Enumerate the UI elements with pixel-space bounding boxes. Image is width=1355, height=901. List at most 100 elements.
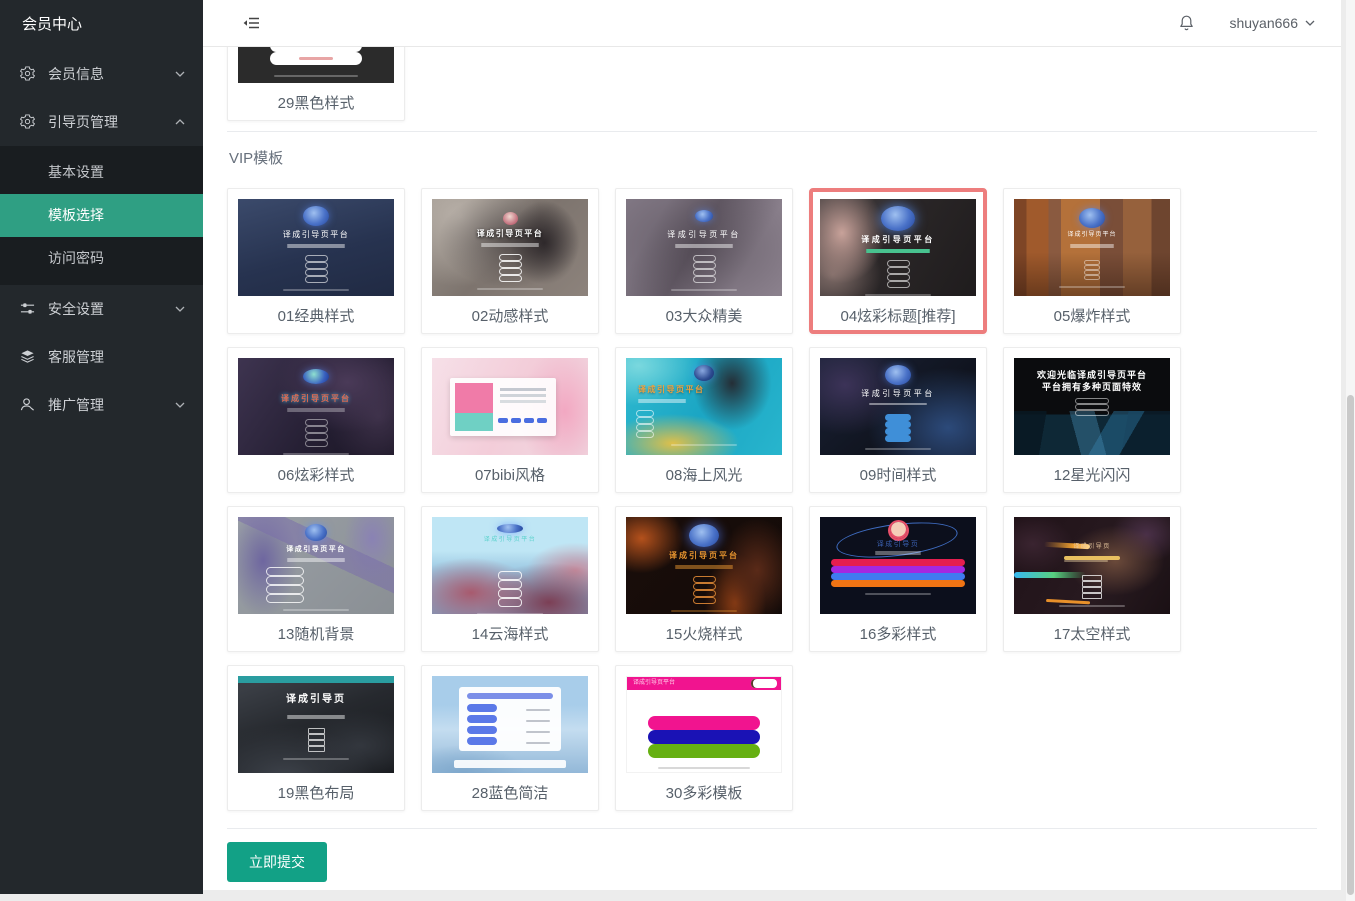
sidebar-item-label: 引导页管理 <box>48 112 175 132</box>
template-thumbnail[interactable]: 译成引导页平台 <box>1014 199 1170 296</box>
sidebar-item[interactable]: 推广管理 <box>0 381 203 429</box>
template-thumbnail[interactable]: 译成引导页平台 <box>626 199 782 296</box>
template-thumb-title: 译成引导页平台 <box>281 394 351 404</box>
vip-template-grid: 译成引导页平台 01经典样式 译成引导页平台 02动感样式 译成引导页平台 <box>227 188 1317 811</box>
template-thumbnail[interactable]: 译成引导页平台 <box>626 517 782 614</box>
template-thumbnail[interactable]: 译成引导页 <box>238 676 394 773</box>
template-card[interactable]: 译成引导页平台 09时间样式 <box>809 347 987 493</box>
template-logo-icon <box>303 206 329 226</box>
template-thumb-title: 欢迎光临译成引导页平台 平台拥有多种页面特效 <box>1037 370 1147 393</box>
template-label: 30多彩模板 <box>626 773 782 803</box>
template-thumbnail[interactable]: 译成引导页平台 <box>238 199 394 296</box>
template-card[interactable]: 译成引导页平台 30多彩模板 <box>615 665 793 811</box>
template-thumb-title: 译成引导页 <box>286 693 346 706</box>
sidebar-item[interactable]: 会员信息 <box>0 50 203 98</box>
sidebar: 会员中心 会员信息引导页管理基本设置模板选择访问密码安全设置客服管理推广管理 <box>0 0 203 894</box>
template-card[interactable]: 29黑色样式 <box>227 47 405 121</box>
template-card[interactable]: 28蓝色简洁 <box>421 665 599 811</box>
template-card[interactable]: 译成引导页平台 02动感样式 <box>421 188 599 334</box>
sidebar-subitem[interactable]: 模板选择 <box>0 194 203 237</box>
template-logo-icon <box>503 212 518 225</box>
notifications-bell-icon[interactable] <box>1178 14 1195 32</box>
sidebar-item-label: 会员信息 <box>48 64 175 84</box>
template-card[interactable]: 07bibi风格 <box>421 347 599 493</box>
sidebar-item[interactable]: 客服管理 <box>0 333 203 381</box>
template-thumb-title: 译成引导页平台 <box>1067 232 1116 240</box>
template-thumb-title: 译成引导页 <box>877 540 920 549</box>
template-thumbnail[interactable]: 译成引导页平台 <box>432 517 588 614</box>
template-logo-icon <box>695 210 713 222</box>
template-thumbnail[interactable]: 译成引导页平台 <box>238 517 394 614</box>
template-logo-icon <box>694 365 714 381</box>
template-thumb-title: 译成引导页平台 <box>286 545 346 554</box>
template-card[interactable]: 译成引导页平台 04炫彩标题[推荐] <box>809 188 987 334</box>
template-card[interactable]: 译成引导页平台 15火烧样式 <box>615 506 793 652</box>
template-card[interactable]: 欢迎光临译成引导页平台 平台拥有多种页面特效 12星光闪闪 <box>1003 347 1181 493</box>
sidebar-item[interactable]: 安全设置 <box>0 285 203 333</box>
template-thumbnail[interactable]: 译成引导页平台 <box>432 199 588 296</box>
template-card[interactable]: 译成引导页平台 03大众精美 <box>615 188 793 334</box>
user-menu[interactable]: shuyan666 <box>1229 15 1315 31</box>
template-label: 16多彩样式 <box>820 614 976 644</box>
scrollbar-thumb[interactable] <box>1347 395 1354 895</box>
template-card[interactable]: 译成引导页平台 13随机背景 <box>227 506 405 652</box>
template-card[interactable]: 译成引导页平台 06炫彩样式 <box>227 347 405 493</box>
chevron-up-icon <box>175 119 185 125</box>
sidebar-subitem[interactable]: 访问密码 <box>0 237 203 280</box>
chevron-down-icon <box>175 402 185 408</box>
template-logo-icon <box>881 206 915 231</box>
collapse-sidebar-icon[interactable] <box>243 16 260 30</box>
user-icon <box>20 397 36 413</box>
template-thumb-title: 译成引导页 <box>1073 544 1111 552</box>
vip-section-title: VIP模板 <box>229 147 1317 168</box>
template-thumbnail[interactable]: 欢迎光临译成引导页平台 平台拥有多种页面特效 <box>1014 358 1170 455</box>
footer-divider <box>227 828 1317 829</box>
template-thumbnail[interactable]: 译成引导页平台 <box>238 358 394 455</box>
template-thumbnail[interactable]: 译成引导页 <box>1014 517 1170 614</box>
template-card[interactable]: 译成引导页平台 14云海样式 <box>421 506 599 652</box>
template-card[interactable]: 译成引导页平台 05爆炸样式 <box>1003 188 1181 334</box>
section-divider <box>227 131 1317 132</box>
page-scrollbar[interactable] <box>1346 0 1355 901</box>
username: shuyan666 <box>1229 15 1298 31</box>
page: 会员中心 会员信息引导页管理基本设置模板选择访问密码安全设置客服管理推广管理 s… <box>0 0 1355 901</box>
template-label: 09时间样式 <box>820 455 976 485</box>
template-label: 06炫彩样式 <box>238 455 394 485</box>
chevron-down-icon <box>1305 20 1315 26</box>
sidebar-subitem[interactable]: 基本设置 <box>0 151 203 194</box>
template-card[interactable]: 译成引导页平台 08海上风光 <box>615 347 793 493</box>
template-thumb-title: 译成引导页平台 <box>861 235 935 245</box>
free-template-section: 29黑色样式 <box>227 47 1317 121</box>
topbar-right: shuyan666 <box>1178 14 1315 32</box>
template-thumbnail[interactable] <box>238 47 394 83</box>
template-label: 01经典样式 <box>238 296 394 326</box>
template-label: 28蓝色简洁 <box>432 773 588 803</box>
template-card[interactable]: 译成引导页 19黑色布局 <box>227 665 405 811</box>
template-thumbnail[interactable] <box>432 676 588 773</box>
template-label: 17太空样式 <box>1014 614 1170 644</box>
template-card[interactable]: 译成引导页平台 01经典样式 <box>227 188 405 334</box>
template-label: 29黑色样式 <box>238 83 394 113</box>
template-label: 07bibi风格 <box>432 455 588 485</box>
template-thumbnail[interactable]: 译成引导页平台 <box>626 358 782 455</box>
template-card[interactable]: 译成引导页 16多彩样式 <box>809 506 987 652</box>
template-label: 03大众精美 <box>626 296 782 326</box>
template-thumb-title: 译成引导页平台 <box>861 389 935 399</box>
template-thumbnail[interactable]: 译成引导页平台 <box>820 199 976 296</box>
template-label: 15火烧样式 <box>626 614 782 644</box>
template-label: 04炫彩标题[推荐] <box>820 296 976 326</box>
template-card[interactable]: 译成引导页 17太空样式 <box>1003 506 1181 652</box>
sidebar-item[interactable]: 引导页管理 <box>0 98 203 146</box>
chevron-down-icon <box>175 306 185 312</box>
submit-button[interactable]: 立即提交 <box>227 842 327 882</box>
template-thumbnail[interactable]: 译成引导页 <box>820 517 976 614</box>
template-thumb-title: 译成引导页平台 <box>477 229 544 239</box>
template-thumbnail[interactable]: 译成引导页平台 <box>820 358 976 455</box>
template-label: 19黑色布局 <box>238 773 394 803</box>
template-logo-icon <box>885 365 911 385</box>
template-label: 02动感样式 <box>432 296 588 326</box>
template-thumbnail[interactable]: 译成引导页平台 <box>626 676 782 773</box>
template-thumbnail[interactable] <box>432 358 588 455</box>
sidebar-item-label: 客服管理 <box>48 347 185 367</box>
template-logo-icon <box>497 524 523 533</box>
